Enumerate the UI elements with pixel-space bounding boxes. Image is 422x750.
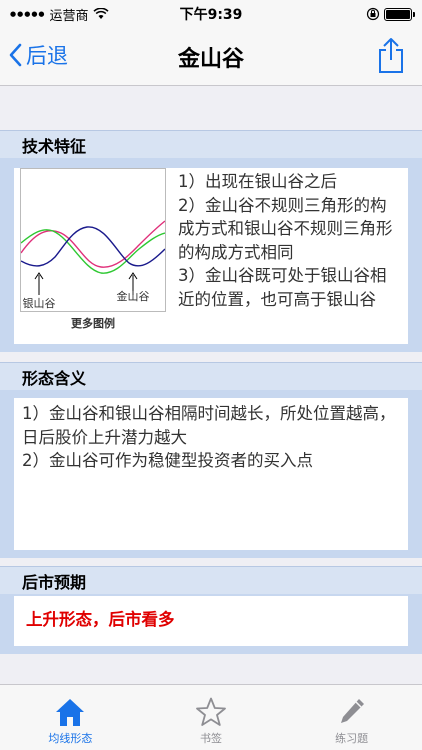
battery-icon	[384, 7, 415, 21]
tab-label-bookmarks: 书签	[200, 732, 222, 745]
status-bar: ●●●●● 运营商 下午9:39	[0, 0, 422, 28]
tab-bookmarks[interactable]: 书签	[141, 685, 282, 750]
features-body: 银山谷 金山谷 更多图例 1）出现在银山谷之后 2）金山谷不规则三角形的构成方式…	[14, 168, 408, 344]
back-button[interactable]: 后退	[8, 40, 68, 70]
star-icon	[196, 697, 226, 726]
meaning-text: 1）金山谷和银山谷相隔时间越长，所处位置越高，日后股价上升潜力越大 2）金山谷可…	[14, 398, 408, 550]
chevron-left-icon	[9, 43, 22, 67]
back-button-label: 后退	[26, 44, 68, 68]
share-button[interactable]	[376, 36, 406, 74]
wifi-icon	[93, 8, 109, 19]
pattern-illustration[interactable]: 银山谷 金山谷 更多图例	[20, 168, 170, 330]
tab-label-ma-patterns: 均线形态	[48, 732, 93, 745]
tab-ma-patterns[interactable]: 均线形态	[0, 685, 141, 750]
share-icon	[379, 38, 403, 73]
features-section: 技术特征 银山谷 金山谷 更多图例 1）出现在银山谷之后 2）金山谷不规则三角形…	[0, 130, 422, 352]
chart-label-silver: 银山谷	[23, 296, 56, 310]
status-left: ●●●●● 运营商	[10, 5, 109, 24]
status-right	[366, 7, 415, 21]
tab-bar: 均线形态 书签 练习题	[0, 684, 422, 750]
content-area[interactable]: 技术特征 银山谷 金山谷 更多图例 1）出现在银山谷之后 2）金山谷不规则三角形…	[0, 86, 422, 684]
green-line	[20, 229, 166, 274]
meaning-header: 形态含义	[0, 362, 422, 390]
features-text: 1）出现在银山谷之后 2）金山谷不规则三角形的构成方式和银山谷不规则三角形的构成…	[178, 172, 393, 309]
pattern-chart: 银山谷 金山谷	[20, 168, 166, 312]
chart-label-gold: 金山谷	[117, 289, 150, 303]
outlook-section: 后市预期 上升形态，后市看多	[0, 566, 422, 654]
nav-bar: 后退 金山谷	[0, 28, 422, 86]
meaning-section: 形态含义 1）金山谷和银山谷相隔时间越长，所处位置越高，日后股价上升潜力越大 2…	[0, 362, 422, 558]
home-icon	[56, 699, 85, 726]
tab-exercises[interactable]: 练习题	[281, 685, 422, 750]
pencil-icon	[340, 699, 364, 723]
outlook-header: 后市预期	[0, 566, 422, 594]
outlook-text: 上升形态，后市看多	[14, 596, 408, 646]
silver-valley-arrow	[34, 272, 44, 295]
tab-label-exercises: 练习题	[335, 732, 369, 745]
lock-rotation-icon	[366, 7, 380, 21]
signal-dots-icon: ●●●●●	[10, 10, 46, 18]
features-header: 技术特征	[0, 130, 422, 158]
carrier-label: 运营商	[49, 8, 89, 24]
more-examples-link[interactable]: 更多图例	[20, 315, 166, 331]
